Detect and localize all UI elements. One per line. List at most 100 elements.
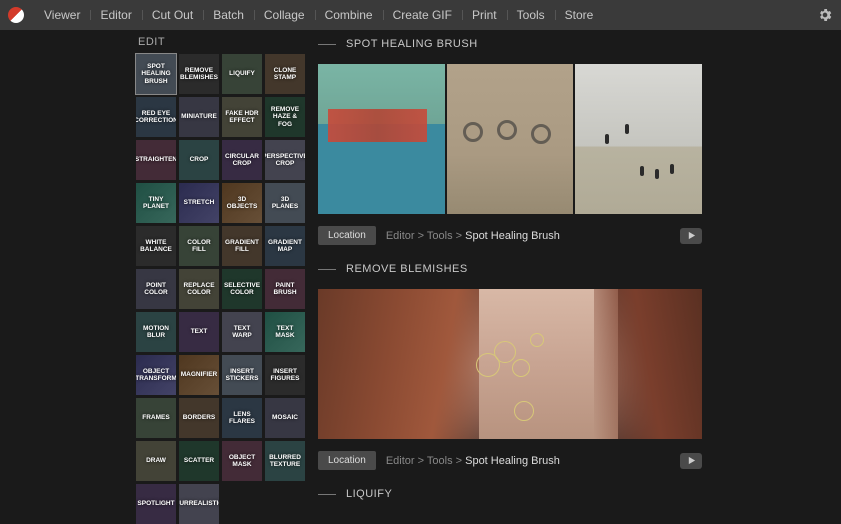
left-rail (0, 30, 136, 508)
tool-thumb[interactable]: Frames (136, 398, 176, 438)
section-title: SPOT HEALING BRUSH (346, 38, 478, 50)
menu-batch[interactable]: Batch (203, 8, 254, 22)
location-bar: Location Editor > Tools > Spot Healing B… (318, 226, 702, 245)
tool-thumb[interactable]: Lens Flares (222, 398, 262, 438)
tool-thumb[interactable]: Spotlight (136, 484, 176, 524)
tool-thumb[interactable]: Motion Blur (136, 312, 176, 352)
main-content: SPOT HEALING BRUSH Location Editor > Too… (308, 30, 841, 508)
tool-thumb[interactable]: Perspective Crop (265, 140, 305, 180)
tool-thumb[interactable]: Remove Haze & Fog (265, 97, 305, 137)
menu-collage[interactable]: Collage (254, 8, 315, 22)
tool-thumb[interactable]: 3D Objects (222, 183, 262, 223)
tool-thumb-label: Insert Figures (267, 368, 303, 382)
tool-thumb[interactable]: Blurred Texture (265, 441, 305, 481)
tool-thumb[interactable]: Paint Brush (265, 269, 305, 309)
tool-thumb[interactable]: Draw (136, 441, 176, 481)
tool-thumb[interactable]: Color Fill (179, 226, 219, 266)
menu-print[interactable]: Print (462, 8, 507, 22)
tool-thumb-label: Text Warp (224, 325, 260, 339)
tool-thumb-label: Mosaic (272, 414, 298, 421)
tool-thumb[interactable]: Remove Blemishes (179, 54, 219, 94)
tool-thumb[interactable]: Red Eye Correction (136, 97, 176, 137)
tool-thumb-label: Spotlight (137, 500, 174, 507)
top-menu: Viewer Editor Cut Out Batch Collage Comb… (34, 8, 817, 22)
tool-thumb[interactable]: Tiny Planet (136, 183, 176, 223)
tool-thumb-label: Circular Crop (224, 153, 260, 167)
menu-create-gif[interactable]: Create GIF (383, 8, 462, 22)
tool-thumb-label: Lens Flares (224, 411, 260, 425)
gear-icon[interactable] (817, 7, 833, 23)
menu-viewer[interactable]: Viewer (34, 8, 90, 22)
section-liquify: LIQUIFY (318, 488, 841, 500)
tool-thumb[interactable]: Circular Crop (222, 140, 262, 180)
tool-thumb[interactable]: Clone Stamp (265, 54, 305, 94)
preview-hero (318, 289, 702, 439)
tool-thumb[interactable]: Text (179, 312, 219, 352)
tool-thumb-label: Stretch (184, 199, 215, 206)
tool-thumb-label: Draw (146, 457, 166, 464)
tool-thumb[interactable]: Selective Color (222, 269, 262, 309)
tool-thumb[interactable]: Replace Color (179, 269, 219, 309)
play-button[interactable] (680, 453, 702, 469)
tool-thumb[interactable]: Miniature (179, 97, 219, 137)
menu-tools[interactable]: Tools (507, 8, 555, 22)
tool-thumb-label: Scatter (184, 457, 214, 464)
edit-sidebar: EDIT Spot Healing BrushRemove Blemishes L… (136, 30, 308, 508)
tool-thumb-label: Insert Stickers (224, 368, 260, 382)
tool-thumb[interactable]: Stretch (179, 183, 219, 223)
tool-thumb[interactable]: Spot Healing Brush (136, 54, 176, 94)
tool-thumb[interactable]: 3D Planes (265, 183, 305, 223)
tool-thumb-label: Tiny Planet (138, 196, 174, 210)
tool-thumb[interactable]: Object Transform (136, 355, 176, 395)
tool-thumb-label: Perspective Crop (265, 153, 305, 167)
tool-thumb[interactable]: Fake HDR Effect (222, 97, 262, 137)
crumb-prefix: Editor > Tools > (386, 455, 465, 467)
menu-store[interactable]: Store (555, 8, 604, 22)
sidebar-title: EDIT (136, 36, 308, 54)
tool-thumb-label: White Balance (138, 239, 174, 253)
menu-combine[interactable]: Combine (315, 8, 383, 22)
play-button[interactable] (680, 228, 702, 244)
tool-thumb[interactable]: Gradient Map (265, 226, 305, 266)
preview-triptych (318, 64, 702, 214)
tool-thumb-label: Straighten (136, 156, 176, 163)
section-title: LIQUIFY (346, 488, 392, 500)
menu-cutout[interactable]: Cut Out (142, 8, 203, 22)
tool-thumb-label: Magnifier (181, 371, 217, 378)
tool-thumb[interactable]: Point Color (136, 269, 176, 309)
tool-thumb-label: Frames (142, 414, 169, 421)
tool-thumb-label: Text (191, 328, 208, 335)
tool-thumb[interactable]: Text Warp (222, 312, 262, 352)
tool-thumb-label: Replace Color (181, 282, 217, 296)
section-divider (318, 269, 336, 270)
tool-thumb[interactable]: Insert Figures (265, 355, 305, 395)
tool-thumb[interactable]: Text Mask (265, 312, 305, 352)
menu-editor[interactable]: Editor (90, 8, 141, 22)
tool-thumb-label: Motion Blur (138, 325, 174, 339)
tool-thumb[interactable]: Mosaic (265, 398, 305, 438)
tool-thumb[interactable]: Straighten (136, 140, 176, 180)
top-menubar: Viewer Editor Cut Out Batch Collage Comb… (0, 0, 841, 30)
section-divider (318, 494, 336, 495)
tool-thumb[interactable]: Borders (179, 398, 219, 438)
tool-thumb[interactable]: Object Mask (222, 441, 262, 481)
crumb-leaf: Spot Healing Brush (465, 455, 560, 467)
tool-thumb[interactable]: Surrealistic (179, 484, 219, 524)
section-divider (318, 44, 336, 45)
tool-thumb[interactable]: Scatter (179, 441, 219, 481)
app-logo (8, 7, 24, 23)
tool-thumb-label: Miniature (181, 113, 217, 120)
tool-thumb-label: Fake HDR Effect (224, 110, 260, 124)
tool-thumb-label: Blurred Texture (267, 454, 303, 468)
tool-thumb[interactable]: Insert Stickers (222, 355, 262, 395)
location-badge: Location (318, 226, 376, 245)
tool-thumb[interactable]: Magnifier (179, 355, 219, 395)
tool-thumb-label: Liquify (229, 70, 255, 77)
section-title: REMOVE BLEMISHES (346, 263, 468, 275)
tool-thumb[interactable]: Liquify (222, 54, 262, 94)
location-badge: Location (318, 451, 376, 470)
tool-thumb[interactable]: Crop (179, 140, 219, 180)
tool-thumb[interactable]: Gradient Fill (222, 226, 262, 266)
section-remove-blemishes: REMOVE BLEMISHES Location Editor > Tools… (318, 263, 841, 470)
tool-thumb[interactable]: White Balance (136, 226, 176, 266)
